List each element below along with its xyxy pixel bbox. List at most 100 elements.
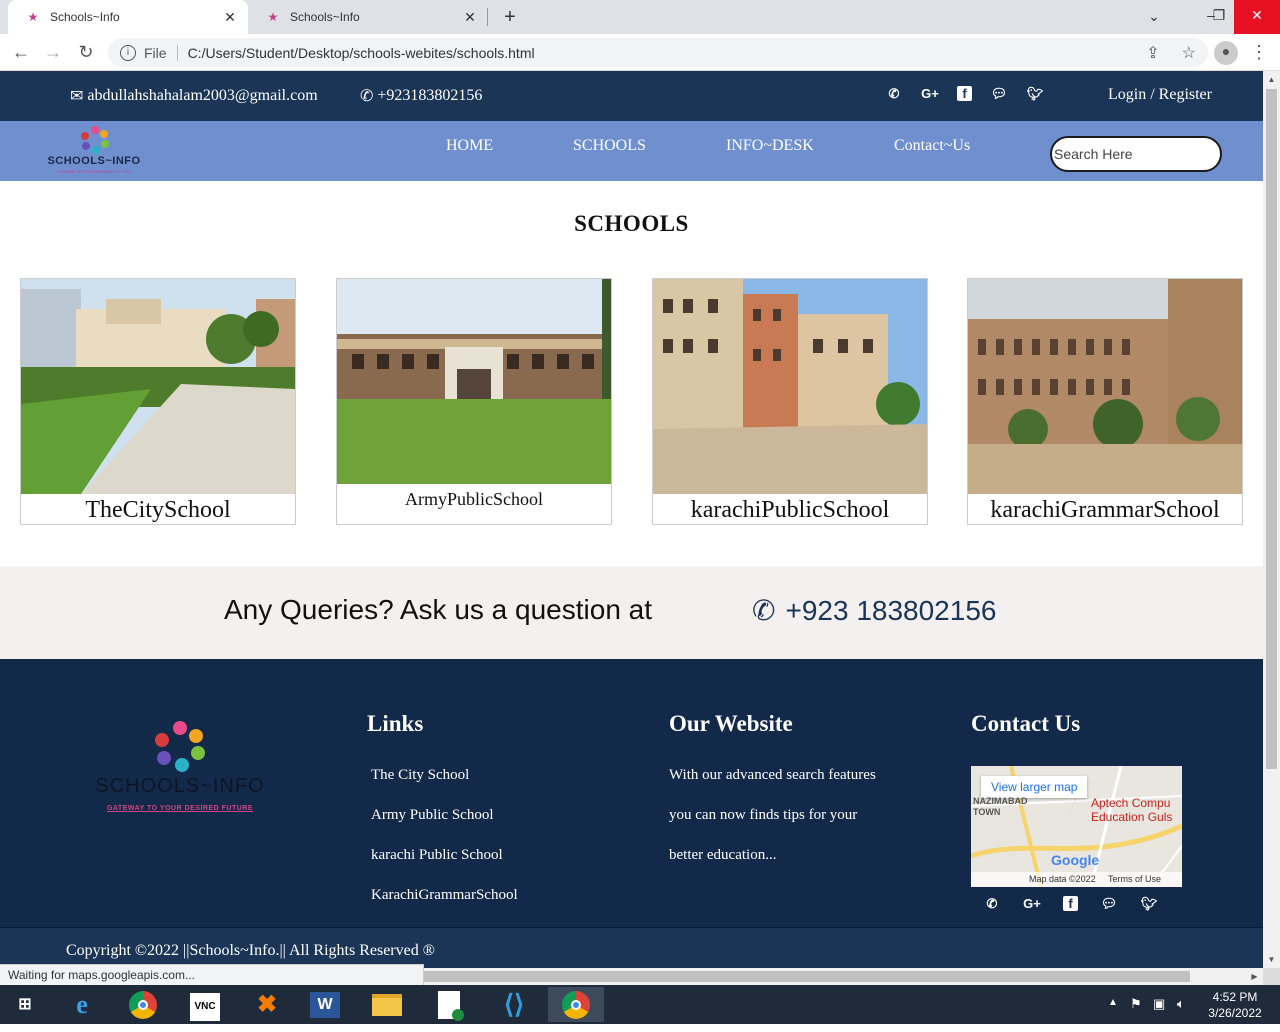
scroll-right-arrow-icon[interactable]: ▶ <box>1246 968 1263 985</box>
twitter-icon[interactable]: 🐦︎ <box>1026 85 1044 103</box>
footer-logo[interactable]: SCHOOLS~INFO GATEWAY TO YOUR DESIRED FUT… <box>90 719 270 829</box>
scroll-down-arrow-icon[interactable]: ▼ <box>1263 951 1280 968</box>
search-input[interactable] <box>1050 136 1222 172</box>
internet-explorer-icon[interactable]: e <box>54 987 110 1022</box>
email-contact[interactable]: ✉ abdullahshahalam2003@gmail.com <box>70 86 318 106</box>
favicon-icon: ★ <box>267 10 279 24</box>
close-icon[interactable]: ✕ <box>222 9 238 26</box>
reload-button[interactable]: ↻ <box>75 41 97 63</box>
footer-link-city-school[interactable]: The City School <box>371 767 469 784</box>
vertical-scrollbar[interactable]: ▲ ▼ <box>1263 71 1280 968</box>
clock-date: 3/26/2022 <box>1208 1006 1262 1020</box>
top-info-bar: ✉ abdullahshahalam2003@gmail.com ✆ +9231… <box>0 71 1263 121</box>
favicon-icon: ★ <box>27 10 39 24</box>
footer-logo-text: SCHOOLS~INFO <box>95 775 265 797</box>
scroll-up-arrow-icon[interactable]: ▲ <box>1263 71 1280 88</box>
map-attribution[interactable]: Map data ©2022 Terms of Use <box>971 872 1182 887</box>
scrollbar-thumb[interactable] <box>420 971 1190 982</box>
school-card-karachi-public[interactable]: karachiPublicSchool <box>652 278 928 525</box>
footer-link-karachi-public[interactable]: karachi Public School <box>371 847 503 864</box>
messenger-icon[interactable]: 💬︎ <box>990 85 1008 103</box>
nav-home[interactable]: HOME <box>446 137 493 155</box>
nav-contact-us[interactable]: Contact~Us <box>894 137 970 155</box>
school-name[interactable]: karachiGrammarSchool <box>968 497 1242 524</box>
new-tab-button[interactable]: + <box>498 5 522 29</box>
profile-avatar-icon[interactable]: ● <box>1214 41 1238 65</box>
windows-taskbar: ⊞ e VNC ✖ W ⟨⟩ ▲ ⚑ ▣ 🔈︎ 4:52 PM 3/26/202… <box>0 985 1280 1024</box>
school-name[interactable]: karachiPublicSchool <box>653 497 927 524</box>
website-text-line: you can now finds tips for your <box>669 807 858 823</box>
footer-social-links: ✆ G+ f 💬︎ 🐦︎ <box>983 895 1158 913</box>
email-text: abdullahshahalam2003@gmail.com <box>87 87 318 104</box>
window-close-button[interactable]: ✕ <box>1234 0 1280 34</box>
nav-schools[interactable]: SCHOOLS <box>573 137 646 155</box>
google-plus-icon[interactable]: G+ <box>921 85 939 103</box>
view-larger-map-link[interactable]: View larger map <box>981 776 1088 798</box>
footer-link-karachi-grammar[interactable]: KarachiGrammarSchool <box>371 887 518 904</box>
main-nav-bar: SCHOOLS~INFO GATEWAY TO YOUR DESIRED FUT… <box>0 121 1263 181</box>
login-register-link[interactable]: Login / Register <box>1108 86 1212 104</box>
browser-tab-2[interactable]: ★ Schools~Info ✕ <box>248 0 488 34</box>
facebook-icon[interactable]: f <box>957 86 972 101</box>
tab-search-icon[interactable]: ⌄ <box>1144 8 1164 28</box>
xampp-icon[interactable]: ✖ <box>239 987 295 1022</box>
chrome-icon[interactable] <box>115 987 171 1022</box>
browser-tab-1[interactable]: ★ Schools~Info ✕ <box>8 0 248 34</box>
back-button[interactable]: ← <box>10 41 32 63</box>
omnibox-divider <box>176 44 178 61</box>
site-info-icon[interactable]: i <box>120 44 136 61</box>
query-phone[interactable]: ✆ +923 183802156 <box>752 594 996 627</box>
scrollbar-thumb[interactable] <box>1266 89 1277 769</box>
vscode-icon[interactable]: ⟨⟩ <box>486 987 542 1022</box>
document-app-icon[interactable] <box>421 987 477 1022</box>
logo-text: SCHOOLS~INFO <box>47 155 141 167</box>
footer-logo-tagline: GATEWAY TO YOUR DESIRED FUTURE <box>106 805 254 812</box>
network-icon[interactable]: ▣ <box>1153 996 1165 1012</box>
website-heading: Our Website <box>669 711 793 736</box>
google-plus-icon[interactable]: G+ <box>1023 895 1041 913</box>
forward-button[interactable]: → <box>42 41 64 63</box>
address-bar[interactable]: i File C:/Users/Student/Desktop/schools-… <box>108 38 1208 67</box>
site-logo[interactable]: SCHOOLS~INFO GATEWAY TO YOUR DESIRED FUT… <box>36 125 152 177</box>
browser-toolbar: ← → ↻ i File C:/Users/Student/Desktop/sc… <box>0 34 1280 71</box>
school-photo <box>653 279 927 494</box>
bookmark-star-icon[interactable]: ☆ <box>1182 43 1196 63</box>
close-icon[interactable]: ✕ <box>462 9 478 26</box>
links-heading: Links <box>367 711 424 736</box>
chrome-active-icon[interactable] <box>548 987 604 1022</box>
url-text[interactable]: C:/Users/Student/Desktop/schools-webites… <box>188 45 535 61</box>
restore-button[interactable]: ❐ <box>1204 0 1234 34</box>
start-button-windows-icon[interactable]: ⊞ <box>0 987 50 1022</box>
school-name[interactable]: ArmyPublicSchool <box>337 489 611 510</box>
embedded-map[interactable]: View larger map NAZIMABAD TOWN Aptech Co… <box>971 766 1182 887</box>
twitter-icon[interactable]: 🐦︎ <box>1140 895 1158 913</box>
word-icon[interactable]: W <box>297 987 353 1022</box>
file-explorer-icon[interactable] <box>359 987 415 1022</box>
browser-menu-icon[interactable]: ⋮ <box>1250 41 1268 65</box>
copyright-bar: Copyright ©2022 ||Schools~Info.|| All Ri… <box>0 927 1263 968</box>
school-card-karachi-grammar[interactable]: karachiGrammarSchool <box>967 278 1243 525</box>
viber-icon[interactable]: ✆ <box>885 85 903 103</box>
viber-icon[interactable]: ✆ <box>983 895 1001 913</box>
school-name[interactable]: TheCitySchool <box>21 497 295 524</box>
messenger-icon[interactable]: 💬︎ <box>1100 895 1118 913</box>
volume-muted-icon[interactable]: 🔈︎ <box>1177 996 1185 1012</box>
footer-link-army-school[interactable]: Army Public School <box>371 807 494 824</box>
share-icon[interactable]: ⇪ <box>1146 43 1159 63</box>
tray-overflow-icon[interactable]: ▲ <box>1108 997 1118 1008</box>
map-place-label[interactable]: Aptech Compu Education Guls <box>1091 796 1172 824</box>
system-clock[interactable]: 4:52 PM 3/26/2022 <box>1200 989 1270 1021</box>
action-center-flag-icon[interactable]: ⚑ <box>1130 996 1142 1012</box>
browser-status-bar: Waiting for maps.googleapis.com... <box>0 964 424 985</box>
file-label: File <box>144 44 167 61</box>
facebook-icon[interactable]: f <box>1063 896 1078 911</box>
logo-flower-icon <box>155 721 205 772</box>
school-card-city[interactable]: TheCitySchool <box>20 278 296 525</box>
map-town-label: NAZIMABAD TOWN <box>973 796 1028 817</box>
vnc-viewer-icon[interactable]: VNC <box>177 987 233 1022</box>
school-photo <box>21 279 295 494</box>
school-card-army[interactable]: ArmyPublicSchool <box>336 278 612 525</box>
phone-contact[interactable]: ✆ +923183802156 <box>360 86 482 106</box>
page-viewport: ✉ abdullahshahalam2003@gmail.com ✆ +9231… <box>0 71 1263 968</box>
nav-info-desk[interactable]: INFO~DESK <box>726 137 814 155</box>
